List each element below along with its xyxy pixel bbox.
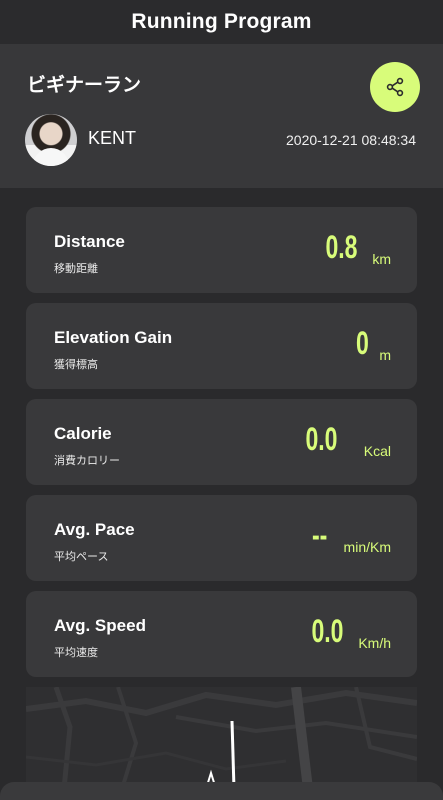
share-icon	[386, 77, 404, 97]
stat-unit: km	[372, 251, 391, 267]
bottom-sheet-handle[interactable]	[0, 782, 443, 800]
stat-unit: Km/h	[358, 635, 391, 651]
route-map[interactable]	[26, 687, 417, 789]
stat-value: --	[311, 517, 327, 553]
stat-subtitle: 平均速度	[54, 646, 98, 659]
stat-title: Calorie	[54, 424, 112, 443]
page-title: Running Program	[131, 10, 312, 33]
stat-title: Avg. Pace	[54, 520, 135, 539]
stat-card-distance: Distance 移動距離 0.8 km	[26, 207, 417, 293]
stat-card-calorie: Calorie 消費カロリー 0.0 Kcal	[26, 399, 417, 485]
stats-list: Distance 移動距離 0.8 km Elevation Gain 獲得標高…	[0, 188, 443, 789]
stat-value: 0	[356, 325, 369, 361]
program-name: ビギナーラン	[27, 74, 142, 96]
avatar-figure	[33, 148, 69, 166]
stat-subtitle: 消費カロリー	[54, 454, 120, 467]
stat-title: Distance	[54, 232, 125, 251]
stat-unit: m	[379, 347, 391, 363]
program-header: ビギナーラン KENT 2020-12-21 08:48:34	[0, 44, 443, 188]
stat-title: Elevation Gain	[54, 328, 173, 347]
stat-value: 0.0	[310, 613, 343, 649]
stat-card-pace: Avg. Pace 平均ペース -- min/Km	[26, 495, 417, 581]
stat-unit: Kcal	[363, 443, 391, 459]
user-name: KENT	[88, 128, 137, 148]
top-bar: Running Program	[0, 0, 443, 44]
app-screen: Running Program ビギナーラン KENT 2020-12-21 0…	[0, 0, 443, 800]
stat-subtitle: 平均ペース	[54, 550, 109, 563]
stat-card-elevation: Elevation Gain 獲得標高 0 m	[26, 303, 417, 389]
stat-value: 0.0	[304, 421, 337, 457]
stat-card-speed: Avg. Speed 平均速度 0.0 Km/h	[26, 591, 417, 677]
stat-subtitle: 移動距離	[54, 262, 98, 275]
timestamp: 2020-12-21 08:48:34	[286, 132, 416, 148]
map-roads	[26, 687, 417, 789]
stat-unit: min/Km	[343, 539, 391, 555]
stat-subtitle: 獲得標高	[54, 358, 98, 371]
stat-title: Avg. Speed	[54, 616, 146, 635]
share-button[interactable]	[370, 62, 420, 112]
avatar[interactable]	[25, 114, 77, 166]
stat-value: 0.8	[324, 229, 357, 265]
